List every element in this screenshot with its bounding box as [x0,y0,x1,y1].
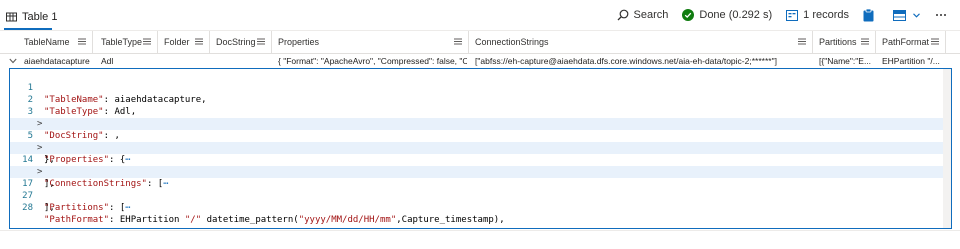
collapsed-ellipsis[interactable]: ⋯ [125,203,130,213]
column-menu-icon[interactable] [931,38,939,45]
column-header-label: DocString [216,37,256,47]
records-label: 1 records [803,9,849,21]
column-menu-icon[interactable] [143,38,151,45]
cell-tablename[interactable]: aiaehdatacapture [24,56,94,66]
status-label: Done (0.292 s) [699,9,773,21]
expand-chevron-icon[interactable]: > [37,118,45,130]
column-header-properties[interactable]: Properties [272,31,469,53]
search-button[interactable]: Search [617,9,669,21]
column-header-folder[interactable]: Folder [158,31,210,53]
cell-pathformat[interactable]: EHPartition "/... [882,56,946,66]
chevron-down-icon [913,12,920,18]
code-text: "PathFormat": EHPartition "/" datetime_p… [44,214,505,226]
column-menu-icon[interactable] [861,38,869,45]
column-menu-icon[interactable] [257,38,265,45]
more-options-button[interactable] [935,13,952,17]
code-line-4: 4 "DocString": , [10,106,951,141]
json-string: "/" [184,215,202,225]
column-header-label: PathFormat [882,37,930,47]
code-line-14: 14 > "ConnectionStrings": [⋯ [10,142,951,189]
json-key: "PathFormat" [44,215,110,225]
json-value: : EHPartition [109,215,185,225]
records-icon [786,9,799,21]
line-number: 28 [22,203,33,213]
layout-button[interactable] [893,9,925,21]
tab-label: Table 1 [22,11,58,23]
cell-connectionstrings[interactable]: ["abfss://eh-capture@aiaehdata.dfs.core.… [475,56,811,66]
column-header-tabletype[interactable]: TableType [95,31,158,53]
json-value: ], [44,203,55,213]
code-line-16: 16 ], [10,154,951,189]
column-header-label: TableType [101,37,143,47]
search-icon [617,9,628,21]
collapse-row-icon[interactable] [9,58,17,64]
json-value: datetime_pattern( [201,215,299,225]
more-icon [936,14,946,16]
column-header-tablename[interactable]: TableName [18,31,93,53]
code-line-17: 17 > "Partitions": [⋯ [10,166,951,213]
expand-chevron-icon[interactable]: > [37,166,45,178]
layout-icon [893,9,906,21]
table-header-row: TableName TableType Folder DocString Pro… [0,31,960,54]
cell-properties[interactable]: { "Format": "ApacheAvro", "Compressed": … [278,56,467,66]
cell-tabletype[interactable]: Adl [101,56,156,66]
code-text: ], [44,202,55,214]
records-count: 1 records [786,9,849,21]
expand-chevron-icon[interactable]: > [37,142,45,154]
column-header-label: Properties [278,37,320,47]
code-line-13: 13 }, [10,130,951,165]
toolbar-right: Search Done (0.292 s) 1 records [603,6,952,24]
code-text: "Partitions": [⋯ [44,202,131,214]
column-menu-icon[interactable] [798,38,806,45]
column-menu-icon[interactable] [78,38,86,45]
column-menu-icon[interactable] [454,38,462,45]
column-header-connectionstrings[interactable]: ConnectionStrings [469,31,813,53]
tab-table-1[interactable]: Table 1 [6,7,57,27]
json-value: ,Capture_timestamp), [396,215,505,225]
table-row[interactable]: aiaehdatacapture Adl { "Format": "Apache… [0,54,960,68]
cell-partitions[interactable]: [{"Name":"E... [819,56,874,66]
check-circle-icon [682,9,695,21]
json-value: : [ [109,203,126,213]
column-header-label: Partitions [819,37,857,47]
query-status: Done (0.292 s) [682,9,772,21]
column-header-label: TableName [24,37,70,47]
column-header-label: ConnectionStrings [475,37,549,47]
column-header-partitions[interactable]: Partitions [813,31,876,53]
clipboard-icon [863,8,874,21]
copy-button[interactable] [863,8,879,22]
code-line-27: 27 ], [10,178,951,213]
column-header-docstring[interactable]: DocString [210,31,272,53]
row-detail-json-viewer[interactable]: 1 "TableName": aiaehdatacapture, 2 "Tabl… [9,68,952,229]
vertical-scrollbar[interactable] [943,69,951,228]
code-line-2: 2 "TableType": Adl, [10,82,951,117]
code-line-5: 5 > "Properties": {⋯ [10,118,951,165]
table-icon [6,12,17,22]
tab-active-indicator [4,28,52,30]
code-line-3: 3 "Folder": , [10,94,951,129]
code-line-28: 28 "PathFormat": EHPartition "/" datetim… [10,190,951,225]
results-toolbar: Table 1 Search Done (0.292 s) 1 records [0,0,960,31]
json-string: "yyyy/MM/dd/HH/mm" [298,215,397,225]
column-header-label: Folder [164,37,190,47]
column-header-pathformat[interactable]: PathFormat [876,31,946,53]
search-label: Search [633,9,669,21]
divider [0,230,960,231]
column-menu-icon[interactable] [195,38,203,45]
code-line-1: 1 "TableName": aiaehdatacapture, [10,70,951,105]
